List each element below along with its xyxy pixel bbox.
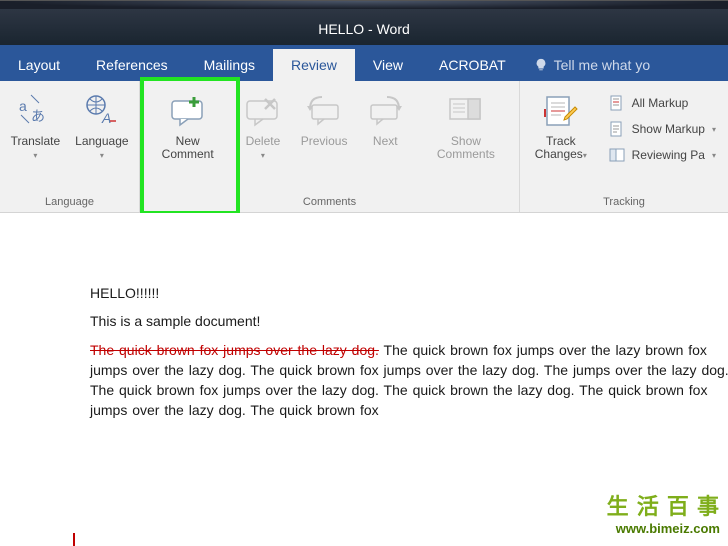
next-label: Next [373,135,398,148]
translate-icon: aあ [11,91,59,131]
document-content: HELLO!!!!!! This is a sample document! T… [90,283,728,421]
all-markup-label: All Markup [632,96,689,110]
tab-acrobat[interactable]: ACROBAT [421,49,524,81]
ribbon-tabs: Layout References Mailings Review View A… [0,45,728,81]
tracking-options: All Markup Show Markup▾ Reviewing Pa▾ [600,87,724,171]
doc-body: The quick brown fox jumps over the lazy … [90,340,728,421]
language-button[interactable]: A Language▾ [69,87,135,165]
tell-me-label: Tell me what yo [554,57,650,73]
tab-layout[interactable]: Layout [0,49,78,81]
new-comment-button[interactable]: New Comment [144,87,231,165]
translate-label: Translate [11,134,61,148]
watermark-url: www.bimeiz.com [607,521,720,538]
next-comment-button[interactable]: Next [356,87,415,152]
ribbon: aあ Translate▾ A Language▾ Language [0,81,728,213]
show-comments-label: Show Comments [425,135,507,161]
group-label-comments: Comments [144,193,515,210]
delete-label: Delete [246,134,281,148]
previous-icon [300,91,348,131]
translate-button[interactable]: aあ Translate▾ [4,87,67,165]
titlebar: HELLO - Word [0,0,728,45]
language-label: Language [75,134,128,148]
group-label-language: Language [4,193,135,210]
lightbulb-icon [534,58,548,72]
group-language: aあ Translate▾ A Language▾ Language [0,81,140,212]
document-area[interactable]: ⌶ HELLO!!!!!! This is a sample document!… [0,213,728,546]
show-markup-icon [608,120,626,138]
watermark: 生 活 百 事 www.bimeiz.com [607,493,720,538]
reviewing-pane-icon [608,146,626,164]
show-comments-button[interactable]: Show Comments [417,87,515,165]
track-changes-label: Track Changes [535,134,583,161]
new-comment-label: New Comment [152,135,223,161]
doc-line-2: This is a sample document! [90,311,728,331]
reviewing-pane-dropdown[interactable]: Reviewing Pa▾ [606,143,718,167]
previous-comment-button[interactable]: Previous [295,87,354,152]
track-changes-icon [537,91,585,131]
tab-mailings[interactable]: Mailings [186,49,273,81]
language-icon: A [78,91,126,131]
group-label-tracking: Tracking [524,193,724,210]
delete-comment-icon [239,91,287,131]
markup-doc-icon [608,94,626,112]
tab-references[interactable]: References [78,49,186,81]
delete-comment-button[interactable]: Delete▾ [233,87,292,165]
group-comments: New Comment Delete▾ Previous [140,81,520,212]
show-markup-label: Show Markup [632,122,705,136]
window-title: HELLO - Word [318,21,410,37]
group-tracking: Track Changes▾ All Markup Show Markup▾ [520,81,728,212]
track-changes-button[interactable]: Track Changes▾ [524,87,598,165]
doc-strikethrough: The quick brown fox jumps over the lazy … [90,342,379,358]
tab-review[interactable]: Review [273,49,355,81]
change-bar [73,533,75,546]
next-icon [361,91,409,131]
all-markup-dropdown[interactable]: All Markup [606,91,718,115]
svg-text:a: a [19,98,27,114]
show-markup-dropdown[interactable]: Show Markup▾ [606,117,718,141]
watermark-chinese: 生 活 百 事 [607,493,720,522]
svg-text:あ: あ [31,108,45,124]
show-comments-icon [442,91,490,131]
reviewing-label: Reviewing Pa [632,148,705,162]
word-window: HELLO - Word Layout References Mailings … [0,0,728,546]
svg-text:A: A [101,110,111,126]
new-comment-icon [164,91,212,131]
tell-me-search[interactable]: Tell me what yo [524,49,660,81]
previous-label: Previous [301,135,348,148]
doc-line-1: HELLO!!!!!! [90,283,728,303]
tab-view[interactable]: View [355,49,421,81]
